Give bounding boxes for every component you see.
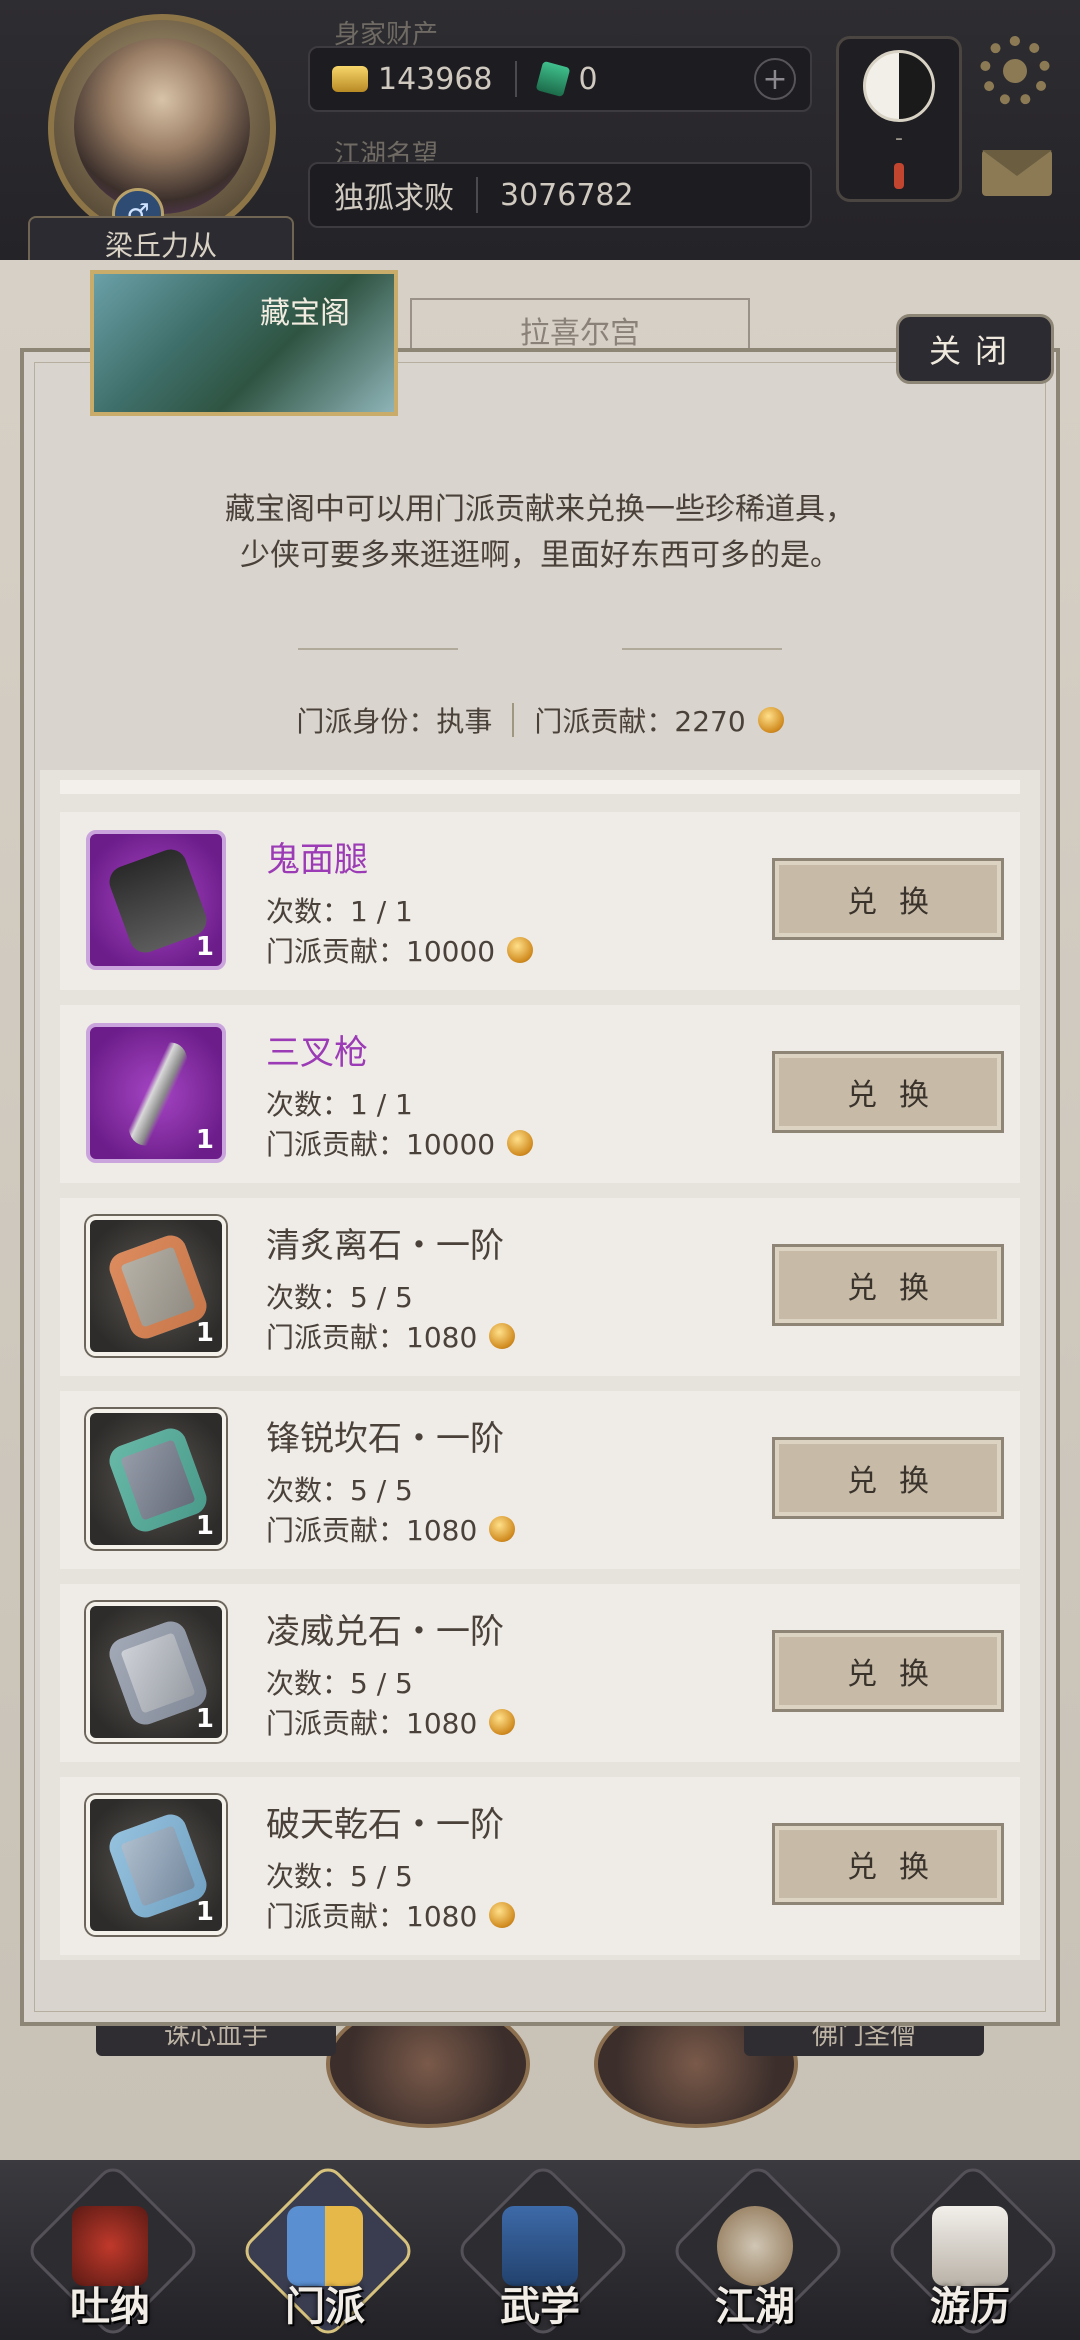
- list-item: 1 三叉枪 次数：1 / 1 门派贡献：10000 兑换: [60, 1005, 1020, 1183]
- fame-value: 3076782: [500, 177, 634, 213]
- exchange-button[interactable]: 兑换: [772, 1051, 1004, 1133]
- item-cost: 门派贡献：1080: [266, 1895, 516, 1935]
- item-count: 次数：5 / 5: [266, 1667, 413, 1700]
- nav-label: 武学: [500, 2284, 580, 2330]
- jade-icon: [535, 60, 570, 98]
- nav-tab-tuna[interactable]: 吐纳: [23, 2161, 203, 2340]
- item-quantity: 1: [195, 1897, 214, 1927]
- dialog-title: 藏宝阁: [260, 296, 350, 331]
- divider: [512, 703, 515, 737]
- divider: [476, 177, 478, 213]
- item-thumbnail[interactable]: 1: [86, 1216, 226, 1356]
- item-name: 三叉枪: [266, 1033, 368, 1073]
- item-quantity: 1: [195, 1318, 214, 1348]
- exchange-button[interactable]: 兑换: [772, 1823, 1004, 1905]
- exchange-button[interactable]: 兑换: [772, 1437, 1004, 1519]
- nav-tab-travel[interactable]: 游历: [883, 2161, 1063, 2340]
- coin-icon: [489, 1323, 516, 1349]
- nav-tab-jianghu[interactable]: 江湖: [668, 2161, 848, 2340]
- nav-label: 门派: [285, 2284, 365, 2330]
- gear-icon[interactable]: [980, 36, 1050, 106]
- coin-icon: [757, 707, 784, 733]
- ornament-left: [298, 648, 458, 650]
- item-cost-text: 门派贡献：10000: [266, 1128, 496, 1161]
- nav-label: 吐纳: [70, 2284, 150, 2330]
- item-quantity: 1: [195, 1704, 214, 1734]
- list-item: 1 清炙离石・一阶 次数：5 / 5 门派贡献：1080 兑换: [60, 1198, 1020, 1376]
- item-cost: 门派贡献：1080: [266, 1702, 516, 1742]
- item-count: 次数：1 / 1: [266, 1088, 413, 1121]
- sect-contribution: 门派贡献：2270: [534, 705, 746, 738]
- item-cost-text: 门派贡献：10000: [266, 935, 496, 968]
- item-name: 清炙离石・一阶: [266, 1226, 504, 1266]
- item-quantity: 1: [195, 932, 214, 962]
- taiji-icon[interactable]: -: [836, 36, 962, 202]
- nav-label: 游历: [930, 2284, 1010, 2330]
- item-cost: 门派贡献：10000: [266, 930, 534, 970]
- ornament-right: [622, 648, 782, 650]
- fame-title: 独孤求败: [334, 181, 454, 216]
- item-cost-text: 门派贡献：1080: [266, 1514, 478, 1547]
- gold-ingot-icon: [332, 66, 368, 92]
- exchange-list[interactable]: 1 鬼面腿 次数：1 / 1 门派贡献：10000 兑换 1 三叉枪 次数：1 …: [40, 770, 1040, 1960]
- mail-icon[interactable]: [982, 150, 1052, 196]
- exchange-button[interactable]: 兑换: [772, 1630, 1004, 1712]
- list-item: 1 锋锐坎石・一阶 次数：5 / 5 门派贡献：1080 兑换: [60, 1391, 1020, 1569]
- list-item: 1 破天乾石・一阶 次数：5 / 5 门派贡献：1080 兑换: [60, 1777, 1020, 1955]
- item-cost: 门派贡献：1080: [266, 1509, 516, 1549]
- gold-amount: 143968: [378, 61, 493, 97]
- pavilion-banner-image: [90, 270, 398, 416]
- list-item: 1 鬼面腿 次数：1 / 1 门派贡献：10000 兑换: [60, 812, 1020, 990]
- sect-identity: 门派身份：执事: [296, 705, 493, 738]
- wealth-bar: 143968 0 +: [308, 46, 812, 112]
- close-button[interactable]: 关闭: [896, 314, 1054, 384]
- avatar-portrait: [74, 38, 250, 214]
- item-thumbnail[interactable]: 1: [86, 1795, 226, 1935]
- taiji-dash: -: [895, 125, 903, 151]
- exchange-button[interactable]: 兑换: [772, 1244, 1004, 1326]
- plus-icon[interactable]: +: [754, 58, 796, 100]
- coin-icon: [507, 937, 534, 963]
- item-quantity: 1: [195, 1125, 214, 1155]
- item-cost-text: 门派贡献：1080: [266, 1321, 478, 1354]
- item-name: 鬼面腿: [266, 840, 368, 880]
- nav-tab-sect[interactable]: 门派: [238, 2161, 418, 2340]
- bottom-navigation: 吐纳 门派 武学 江湖 游历: [0, 2160, 1080, 2340]
- item-count: 次数：5 / 5: [266, 1860, 413, 1893]
- coin-icon: [489, 1902, 516, 1928]
- item-count: 次数：5 / 5: [266, 1281, 413, 1314]
- item-name: 凌威兑石・一阶: [266, 1612, 504, 1652]
- item-name: 锋锐坎石・一阶: [266, 1419, 504, 1459]
- item-thumbnail[interactable]: 1: [86, 1409, 226, 1549]
- nav-tab-martial[interactable]: 武学: [453, 2161, 633, 2340]
- item-thumbnail[interactable]: 1: [86, 1602, 226, 1742]
- item-name: 破天乾石・一阶: [266, 1805, 504, 1845]
- tassel: [894, 162, 904, 189]
- item-cost: 门派贡献：1080: [266, 1316, 516, 1356]
- coin-icon: [489, 1709, 516, 1735]
- item-quantity: 1: [195, 1511, 214, 1541]
- item-cost-text: 门派贡献：1080: [266, 1707, 478, 1740]
- item-thumbnail[interactable]: 1: [86, 830, 226, 970]
- description-line-1: 藏宝阁中可以用门派贡献来兑换一些珍稀道具，: [225, 492, 855, 527]
- item-cost-text: 门派贡献：1080: [266, 1900, 478, 1933]
- item-count: 次数：5 / 5: [266, 1474, 413, 1507]
- fame-bar: 独孤求败 3076782: [308, 162, 812, 228]
- jade-amount: 0: [578, 61, 598, 97]
- taiji-symbol: [863, 49, 935, 122]
- description-line-2: 少侠可要多来逛逛啊，里面好东西可多的是。: [240, 538, 840, 573]
- item-thumbnail[interactable]: 1: [86, 1023, 226, 1163]
- item-count: 次数：1 / 1: [266, 895, 413, 928]
- nav-label: 江湖: [715, 2284, 795, 2330]
- exchange-button[interactable]: 兑换: [772, 858, 1004, 940]
- list-top-strip: [60, 780, 1020, 794]
- item-cost: 门派贡献：10000: [266, 1123, 534, 1163]
- player-avatar[interactable]: ♂: [48, 14, 276, 242]
- coin-icon: [507, 1130, 534, 1156]
- top-header: ♂ 梁丘力从 身家财产 143968 0 + 江湖名望 独孤求败 3076782…: [0, 0, 1080, 272]
- coin-icon: [489, 1516, 516, 1542]
- divider: [514, 61, 517, 97]
- list-item: 1 凌威兑石・一阶 次数：5 / 5 门派贡献：1080 兑换: [60, 1584, 1020, 1762]
- sect-status: 门派身份：执事 门派贡献：2270: [0, 700, 1080, 740]
